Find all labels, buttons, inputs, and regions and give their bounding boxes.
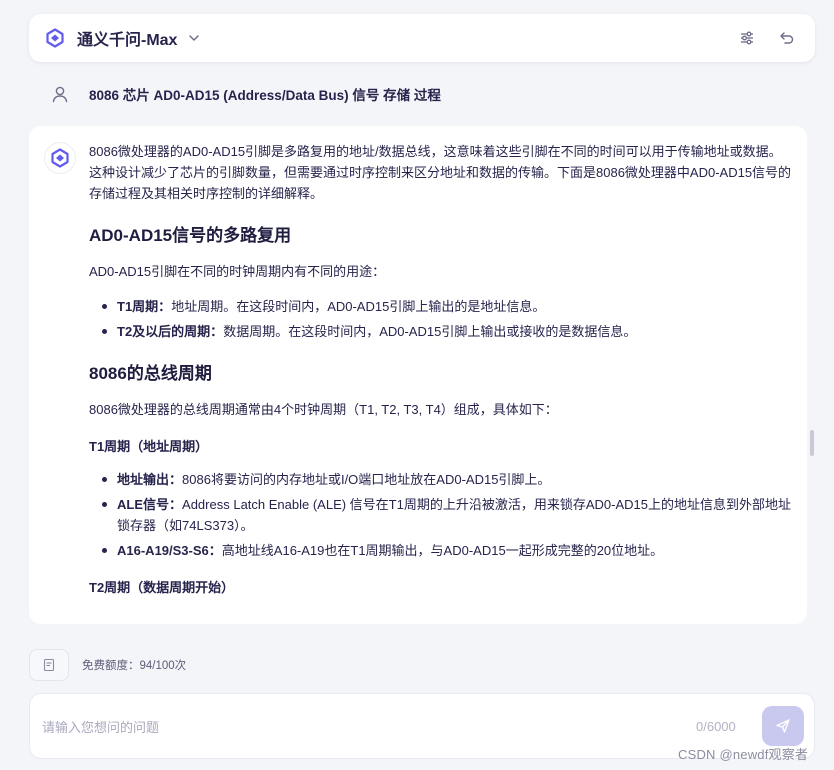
user-question-text: 8086 芯片 AD0-AD15 (Address/Data Bus) 信号 存… bbox=[89, 88, 441, 103]
section-heading-multiplexing: AD0-AD15信号的多路复用 bbox=[89, 226, 292, 245]
bullet-list: 地址输出：8086将要访问的内存地址或I/O端口地址放在AD0-AD15引脚上。… bbox=[89, 469, 794, 561]
undo-icon[interactable] bbox=[773, 24, 801, 52]
list-item: A16-A19/S3-S6：高地址线A16-A19也在T1周期输出，与AD0-A… bbox=[89, 540, 794, 561]
assistant-logo-icon bbox=[51, 148, 69, 168]
answer-content: 8086微处理器的AD0-AD15引脚是多路复用的地址/数据总线，这意味着这些引… bbox=[89, 141, 794, 610]
send-icon bbox=[776, 719, 790, 733]
user-message: 8086 芯片 AD0-AD15 (Address/Data Bus) 信号 存… bbox=[50, 82, 441, 106]
list-item: 地址输出：8086将要访问的内存地址或I/O端口地址放在AD0-AD15引脚上。 bbox=[89, 469, 794, 490]
answer-intro: 8086微处理器的AD0-AD15引脚是多路复用的地址/数据总线，这意味着这些引… bbox=[89, 144, 792, 201]
section-heading-bus-cycle: 8086的总线周期 bbox=[89, 364, 212, 383]
list-item: ALE信号：Address Latch Enable (ALE) 信号在T1周期… bbox=[89, 494, 794, 536]
send-button[interactable] bbox=[762, 706, 804, 746]
section-paragraph: 8086微处理器的总线周期通常由4个时钟周期（T1, T2, T3, T4）组成… bbox=[89, 402, 558, 417]
assistant-avatar bbox=[44, 142, 76, 174]
question-input[interactable] bbox=[42, 716, 642, 738]
section-paragraph: AD0-AD15引脚在不同的时钟周期内有不同的用途： bbox=[89, 264, 386, 279]
list-item: T1周期：地址周期。在这段时间内，AD0-AD15引脚上输出的是地址信息。 bbox=[89, 296, 794, 317]
watermark: CSDN @newdf观察者 bbox=[678, 747, 809, 762]
list-item: T2及以后的周期：数据周期。在这段时间内，AD0-AD15引脚上输出或接收的是数… bbox=[89, 321, 794, 342]
scrollbar-thumb[interactable] bbox=[810, 430, 814, 456]
settings-sliders-icon[interactable] bbox=[733, 24, 761, 52]
answer-card: 8086微处理器的AD0-AD15引脚是多路复用的地址/数据总线，这意味着这些引… bbox=[29, 126, 807, 624]
logo-icon bbox=[45, 28, 65, 48]
document-icon[interactable] bbox=[29, 649, 69, 681]
char-counter: 0/6000 bbox=[696, 719, 736, 734]
subheading-t1: T1周期（地址周期） bbox=[89, 439, 209, 454]
model-selector[interactable]: 通义千问-Max bbox=[77, 26, 177, 50]
chevron-down-icon[interactable] bbox=[187, 31, 201, 45]
quota-label: 免费额度：94/100次 bbox=[82, 660, 187, 672]
user-icon bbox=[50, 84, 70, 104]
subheading-t2: T2周期（数据周期开始） bbox=[89, 580, 235, 595]
bullet-list: T1周期：地址周期。在这段时间内，AD0-AD15引脚上输出的是地址信息。 T2… bbox=[89, 296, 794, 342]
model-header: 通义千问-Max bbox=[29, 14, 815, 62]
quota-row: 免费额度：94/100次 bbox=[29, 648, 186, 682]
